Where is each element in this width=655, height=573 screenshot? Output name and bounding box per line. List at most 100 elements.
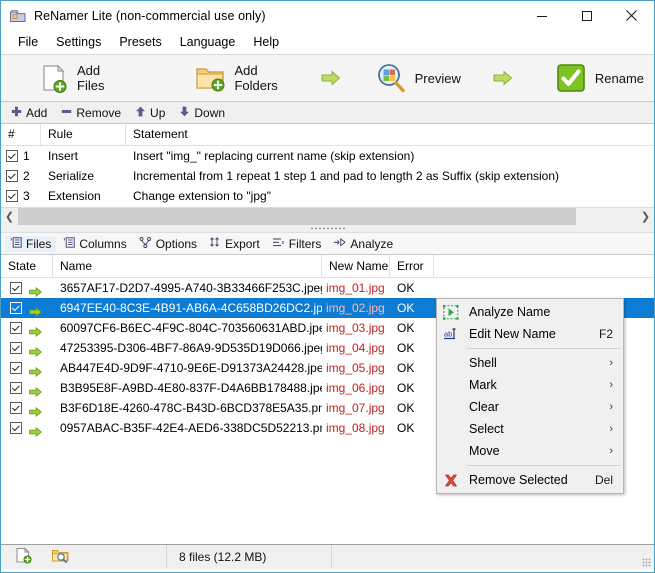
menu-item-remove-selected-label: Remove Selected	[469, 473, 568, 487]
rule-row[interactable]: 2 Serialize Incremental from 1 repeat 1 …	[1, 166, 654, 186]
rule-checkbox[interactable]	[6, 170, 18, 182]
menu-item-clear-label: Clear	[469, 400, 499, 414]
preview-button[interactable]: Preview	[365, 58, 471, 98]
menu-presets[interactable]: Presets	[110, 32, 170, 52]
menu-item-analyze-name[interactable]: Analyze Name	[437, 301, 623, 323]
files-col-error[interactable]: Error	[390, 255, 434, 277]
window-controls	[519, 1, 654, 30]
file-name: 6947EE40-8C3E-4B91-AB6A-4C658BD26DC2.jpe…	[60, 301, 322, 315]
arrow-up-icon	[135, 106, 146, 120]
file-checkbox[interactable]	[10, 382, 22, 394]
scroll-track[interactable]	[18, 208, 637, 225]
menu-item-edit-new-name-accel: F2	[598, 327, 613, 341]
resize-grip-icon[interactable]	[642, 558, 651, 567]
tab-files[interactable]: Files	[5, 235, 57, 252]
minus-icon	[61, 106, 72, 120]
filters-icon	[272, 237, 285, 251]
maximize-button[interactable]	[564, 1, 609, 30]
file-name: 0957ABAC-B35F-42E4-AED6-338DC5D52213.png	[60, 421, 322, 435]
rename-button[interactable]: Rename	[545, 58, 654, 98]
state-arrow-icon	[29, 383, 42, 398]
state-arrow-icon	[29, 283, 42, 298]
rule-down-button[interactable]: Down	[174, 105, 230, 121]
file-checkbox[interactable]	[10, 282, 22, 294]
tab-export[interactable]: Export	[204, 236, 265, 252]
add-file-small-icon[interactable]	[15, 547, 33, 567]
file-checkbox[interactable]	[10, 322, 22, 334]
files-col-name[interactable]: Name	[53, 255, 322, 277]
arrow-down-icon	[179, 106, 190, 120]
tab-filters[interactable]: Filters	[267, 236, 327, 252]
file-checkbox[interactable]	[10, 342, 22, 354]
file-new-name: img_06.jpg	[326, 381, 385, 395]
menu-settings[interactable]: Settings	[47, 32, 110, 52]
file-state-cell	[1, 358, 53, 378]
files-col-newname[interactable]: New Name	[322, 255, 390, 277]
rule-statement: Change extension to "jpg"	[133, 189, 271, 203]
rule-checkbox[interactable]	[6, 190, 18, 202]
svg-text:ab: ab	[444, 329, 452, 338]
rule-remove-button[interactable]: Remove	[56, 105, 126, 121]
tab-files-label: Files	[26, 236, 52, 251]
rules-col-rule[interactable]: Rule	[41, 124, 126, 145]
menu-item-select[interactable]: Select ›	[437, 418, 623, 440]
app-folder-icon	[9, 7, 27, 25]
panel-splitter[interactable]	[1, 225, 654, 232]
chevron-right-icon: ›	[609, 423, 613, 435]
tab-options[interactable]: Options	[134, 236, 202, 252]
chevron-right-icon: ›	[609, 357, 613, 369]
menu-item-edit-new-name[interactable]: ab Edit New Name F2	[437, 323, 623, 345]
state-arrow-icon	[29, 403, 42, 418]
scroll-left-icon[interactable]: ❮	[1, 208, 18, 225]
scroll-right-icon[interactable]: ❯	[637, 208, 654, 225]
tab-analyze[interactable]: Analyze	[328, 236, 398, 252]
rules-toolbar: Add Remove Up Down	[1, 102, 654, 124]
rule-row[interactable]: 3 Extension Change extension to "jpg"	[1, 186, 654, 206]
file-error: OK	[397, 281, 415, 295]
rule-row[interactable]: 1 Insert Insert "img_" replacing current…	[1, 146, 654, 166]
find-folder-small-icon[interactable]	[51, 547, 70, 567]
rule-name: Extension	[48, 189, 101, 203]
menu-separator	[467, 348, 621, 349]
state-arrow-icon	[29, 363, 42, 378]
menu-language[interactable]: Language	[171, 32, 245, 52]
close-button[interactable]	[609, 1, 654, 30]
file-checkbox[interactable]	[10, 302, 22, 314]
menu-file[interactable]: File	[9, 32, 47, 52]
rule-up-button[interactable]: Up	[130, 105, 170, 121]
rules-col-statement[interactable]: Statement	[126, 124, 654, 145]
menu-item-shell[interactable]: Shell ›	[437, 352, 623, 374]
menu-item-edit-new-name-label: Edit New Name	[469, 327, 556, 341]
menu-item-move[interactable]: Move ›	[437, 440, 623, 462]
minimize-button[interactable]	[519, 1, 564, 30]
files-col-state[interactable]: State	[1, 255, 53, 277]
scroll-thumb[interactable]	[18, 208, 576, 225]
plus-icon	[11, 106, 22, 120]
rules-horizontal-scrollbar[interactable]: ❮ ❯	[1, 207, 654, 225]
file-checkbox[interactable]	[10, 422, 22, 434]
rule-checkbox[interactable]	[6, 150, 18, 162]
table-row[interactable]: 3657AF17-D2D7-4995-A740-3B33466F253C.jpe…	[1, 278, 654, 298]
status-file-count: 8 files (12.2 MB)	[167, 545, 332, 569]
file-new-name: img_08.jpg	[326, 421, 385, 435]
file-error: OK	[397, 421, 415, 435]
file-state-cell	[1, 378, 53, 398]
file-new-name: img_01.jpg	[326, 281, 385, 295]
menu-item-remove-selected[interactable]: Remove Selected Del	[437, 469, 623, 491]
menu-help[interactable]: Help	[244, 32, 288, 52]
rules-col-num[interactable]: #	[1, 124, 41, 145]
arrow-right-icon	[321, 70, 341, 86]
window-title: ReNamer Lite (non-commercial use only)	[34, 8, 266, 23]
menu-item-clear[interactable]: Clear ›	[437, 396, 623, 418]
tab-columns[interactable]: Columns	[58, 236, 131, 252]
rule-add-button[interactable]: Add	[6, 105, 52, 121]
rule-add-label: Add	[26, 105, 48, 120]
file-name: 3657AF17-D2D7-4995-A740-3B33466F253C.jpe…	[60, 281, 322, 295]
rename-label: Rename	[594, 70, 644, 86]
add-folders-button[interactable]: Add Folders	[184, 58, 306, 98]
add-files-button[interactable]: Add Files	[27, 58, 134, 98]
file-checkbox[interactable]	[10, 362, 22, 374]
rule-down-label: Down	[194, 105, 226, 120]
file-checkbox[interactable]	[10, 402, 22, 414]
menu-item-mark[interactable]: Mark ›	[437, 374, 623, 396]
